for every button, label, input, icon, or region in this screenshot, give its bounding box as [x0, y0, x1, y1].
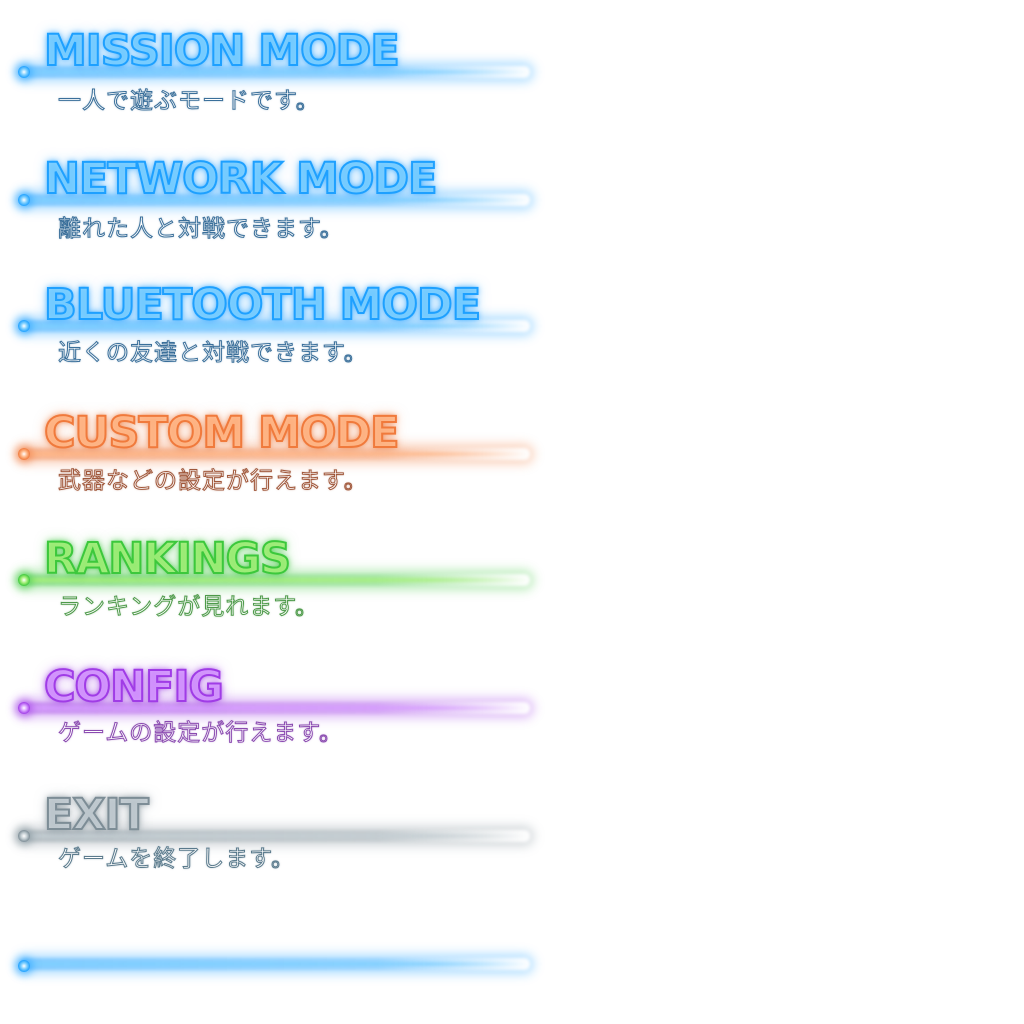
glow-dot-icon [18, 830, 30, 842]
menu-item-description: 近くの友達と対戦できます。 [58, 340, 368, 366]
menu-item-mission-mode[interactable]: MISSION MODE 一人で遊ぶモードです。 [0, 0, 560, 128]
menu-item-title: EXIT [43, 790, 150, 840]
menu-item-description: ゲームを終了します。 [57, 846, 296, 872]
glow-line-core [30, 962, 530, 966]
menu-item-description: ゲームの設定が行えます。 [57, 720, 344, 746]
glow-dot-icon [18, 194, 30, 206]
menu-footer-divider [0, 896, 560, 1024]
menu-item-description: 一人で遊ぶモードです。 [58, 88, 320, 114]
menu-item-bluetooth-mode[interactable]: BLUETOOTH MODE 近くの友達と対戦できます。 [0, 256, 560, 384]
menu-item-description: ランキングが見れます。 [57, 594, 320, 620]
glow-dot-icon [18, 448, 30, 460]
menu-item-rankings[interactable]: RANKINGS ランキングが見れます。 [0, 512, 560, 640]
menu-item-title: CUSTOM MODE [43, 408, 400, 458]
menu-item-custom-mode[interactable]: CUSTOM MODE 武器などの設定が行えます。 [0, 384, 560, 512]
menu-item-description: 武器などの設定が行えます。 [58, 468, 368, 494]
menu-item-title: BLUETOOTH MODE [43, 280, 482, 330]
menu-item-title: RANKINGS [43, 534, 292, 584]
glow-line [20, 958, 530, 970]
glow-dot-icon [18, 702, 30, 714]
main-menu: MISSION MODE 一人で遊ぶモードです。 NETWORK MODE 離れ… [0, 0, 560, 1024]
glow-dot-icon [18, 320, 30, 332]
glow-dot-icon [18, 960, 30, 972]
glow-dot-icon [18, 574, 30, 586]
menu-item-description: 離れた人と対戦できます。 [58, 216, 344, 242]
menu-item-exit[interactable]: EXIT ゲームを終了します。 [0, 768, 560, 896]
menu-item-config[interactable]: CONFIG ゲームの設定が行えます。 [0, 640, 560, 768]
glow-dot-icon [18, 66, 30, 78]
menu-item-title: CONFIG [43, 662, 225, 712]
menu-item-title: NETWORK MODE [43, 154, 438, 204]
menu-item-title: MISSION MODE [43, 26, 401, 76]
menu-item-network-mode[interactable]: NETWORK MODE 離れた人と対戦できます。 [0, 128, 560, 256]
